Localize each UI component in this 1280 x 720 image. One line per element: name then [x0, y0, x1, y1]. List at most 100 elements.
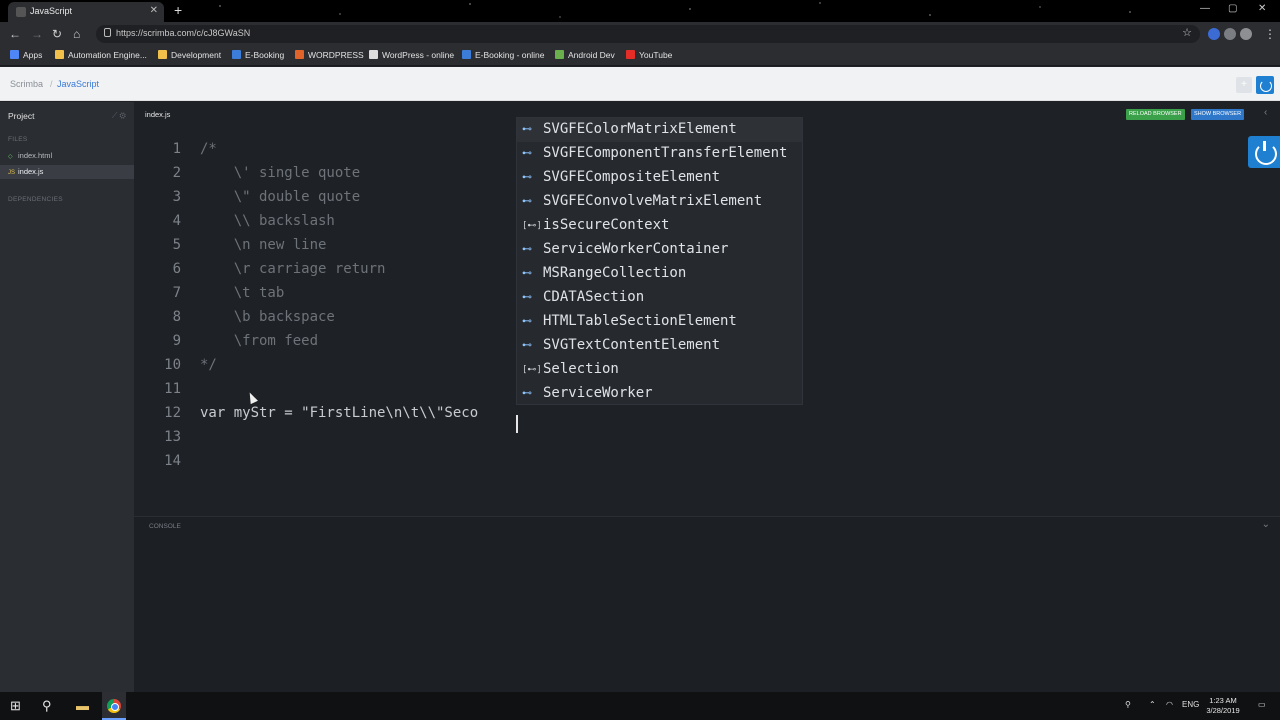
clock[interactable]: 1:23 AM 3/28/2019	[1200, 696, 1246, 716]
file-name: index.js	[18, 167, 44, 176]
browser-tab[interactable]: JavaScript ✕	[8, 2, 164, 22]
address-bar-row: ← → ↻ ⌂ https://scrimba.com/c/cJ8GWaSN ☆…	[0, 22, 1280, 46]
class-icon: ⊷	[522, 196, 532, 207]
bookmark-youtube[interactable]: YouTube	[626, 50, 672, 60]
line-number: 11	[164, 381, 181, 397]
chrome-taskbar-button[interactable]	[102, 692, 126, 720]
new-tab-button[interactable]: +	[174, 2, 182, 18]
line-number: 3	[172, 189, 181, 205]
url-field[interactable]: https://scrimba.com/c/cJ8GWaSN ☆	[96, 25, 1200, 43]
autocomplete-item[interactable]: ⊷ SVGFEColorMatrixElement	[517, 118, 802, 142]
site-icon	[232, 50, 241, 59]
show-browser-button[interactable]: SHOW BROWSER	[1191, 109, 1245, 120]
breadcrumb-course[interactable]: JavaScript	[57, 79, 99, 89]
autocomplete-item[interactable]: ⊷ SVGFEConvolveMatrixElement	[517, 190, 802, 214]
autocomplete-item[interactable]: ⊷ HTMLTableSectionElement	[517, 310, 802, 334]
autocomplete-item[interactable]: ⊷ ServiceWorker	[517, 382, 802, 404]
autocomplete-item[interactable]: [⊷] Selection	[517, 358, 802, 382]
page-icon	[369, 50, 378, 59]
people-icon[interactable]: ⚲	[1125, 700, 1131, 709]
scrimba-header: Scrimba / JavaScript +	[0, 67, 1280, 101]
reload-icon[interactable]: ↻	[52, 26, 62, 42]
chevron-down-icon[interactable]: ⌄	[1262, 519, 1270, 530]
windows-start-icon[interactable]: ⊞	[10, 699, 21, 713]
dependencies-section-label: DEPENDENCIES	[8, 196, 63, 203]
autocomplete-item[interactable]: ⊷ SVGFECompositeElement	[517, 166, 802, 190]
bookmark-label: YouTube	[639, 50, 673, 60]
bookmark-e-booking[interactable]: E-Booking	[232, 50, 284, 60]
autocomplete-item[interactable]: ⊷ CDATASection	[517, 286, 802, 310]
profile-avatar[interactable]	[1240, 28, 1252, 40]
line-text: \" double quote	[200, 189, 361, 205]
file-item-index-js[interactable]: JS index.js	[0, 165, 134, 179]
autocomplete-item[interactable]: ⊷ MSRangeCollection	[517, 262, 802, 286]
autocomplete-label: ServiceWorker	[543, 385, 653, 401]
autocomplete-popup[interactable]: ⊷ SVGFEColorMatrixElement ⊷ SVGFEComponent…	[516, 117, 803, 405]
bookmark-wordpress-online[interactable]: WordPress - online	[369, 50, 454, 60]
bookmark-development[interactable]: Development	[158, 50, 221, 60]
extension-icon[interactable]	[1208, 28, 1220, 40]
close-tab-icon[interactable]: ✕	[150, 5, 158, 16]
line-number: 7	[172, 285, 181, 301]
bookmark-star-icon[interactable]: ☆	[1182, 26, 1192, 39]
back-arrow-icon[interactable]: ←	[9, 26, 21, 42]
bookmark-e-booking-online[interactable]: E-Booking - online	[462, 50, 544, 60]
collapse-chevron-icon[interactable]: ‹	[1264, 107, 1267, 118]
apps-grid-icon	[10, 50, 19, 59]
autocomplete-label: HTMLTableSectionElement	[543, 313, 737, 329]
language-indicator[interactable]: ENG	[1182, 700, 1199, 709]
power-icon[interactable]	[1248, 136, 1280, 168]
autocomplete-item[interactable]: [⊷] isSecureContext	[517, 214, 802, 238]
bookmark-label: Apps	[23, 50, 43, 60]
line-number: 10	[164, 357, 181, 373]
lock-icon	[104, 28, 111, 37]
autocomplete-item[interactable]: ⊷ SVGFEComponentTransferElement	[517, 142, 802, 166]
clock-time: 1:23 AM	[1209, 696, 1237, 705]
autocomplete-label: MSRangeCollection	[543, 265, 687, 281]
forward-arrow-icon[interactable]: →	[31, 26, 43, 42]
minimize-button[interactable]: —	[1200, 3, 1210, 14]
browser-tab-bar: JavaScript ✕ + — ▢ ✕	[0, 0, 1280, 22]
bookmark-label: E-Booking - online	[475, 50, 545, 60]
autocomplete-label: SVGFEConvolveMatrixElement	[543, 193, 763, 209]
line-text: var myStr = "FirstLine\n\t\\"Seco	[200, 405, 479, 421]
autocomplete-item[interactable]: ⊷ SVGTextContentElement	[517, 334, 802, 358]
extension-icon[interactable]	[1224, 28, 1236, 40]
close-window-button[interactable]: ✕	[1258, 3, 1266, 14]
file-item-index-html[interactable]: ◇ index.html	[0, 149, 134, 163]
class-icon: ⊷	[522, 172, 532, 183]
chevron-up-icon[interactable]: ⌃	[1149, 700, 1156, 709]
power-icon[interactable]	[1256, 76, 1274, 94]
bookmark-wordpress[interactable]: WORDPRESS	[295, 50, 364, 60]
chrome-icon	[107, 699, 121, 713]
autocomplete-item[interactable]: ⊷ ServiceWorkerContainer	[517, 238, 802, 262]
bookmark-automation-engine[interactable]: Automation Engine...	[55, 50, 147, 60]
html-file-icon: ◇	[8, 154, 13, 160]
project-sidebar: Project ⟋ ⚙ FILES ◇ index.html JS index.js…	[0, 102, 134, 692]
line-number: 6	[172, 261, 181, 277]
breadcrumb-home[interactable]: Scrimba	[10, 79, 43, 89]
line-number: 4	[172, 213, 181, 229]
search-icon[interactable]: ⚲	[42, 699, 52, 713]
editor-tab-index-js[interactable]: index.js	[145, 110, 170, 119]
file-explorer-icon[interactable]: ▬	[76, 699, 89, 713]
android-icon	[555, 50, 564, 59]
code-line: 12 var myStr = "FirstLine\n\t\\"Seco	[134, 405, 834, 429]
notification-icon[interactable]: ▭	[1258, 700, 1266, 709]
wifi-icon[interactable]: ◠	[1166, 700, 1173, 709]
add-button[interactable]: +	[1236, 77, 1252, 93]
menu-kebab-icon[interactable]: ⋮	[1264, 26, 1276, 42]
bookmark-label: Automation Engine...	[68, 50, 147, 60]
line-text: \t tab	[200, 285, 285, 301]
sidebar-tools-icons[interactable]: ⟋ ⚙	[112, 111, 126, 121]
home-icon[interactable]: ⌂	[73, 26, 80, 42]
bookmark-android-dev[interactable]: Android Dev	[555, 50, 615, 60]
code-line: 13	[134, 429, 834, 453]
bookmark-apps[interactable]: Apps	[10, 50, 42, 60]
bookmark-label: WORDPRESS	[308, 50, 364, 60]
reload-browser-button[interactable]: RELOAD BROWSER	[1126, 109, 1185, 120]
maximize-button[interactable]: ▢	[1228, 3, 1237, 14]
clock-date: 3/28/2019	[1206, 706, 1240, 715]
line-number: 13	[164, 429, 181, 445]
bookmark-label: Development	[171, 50, 222, 60]
